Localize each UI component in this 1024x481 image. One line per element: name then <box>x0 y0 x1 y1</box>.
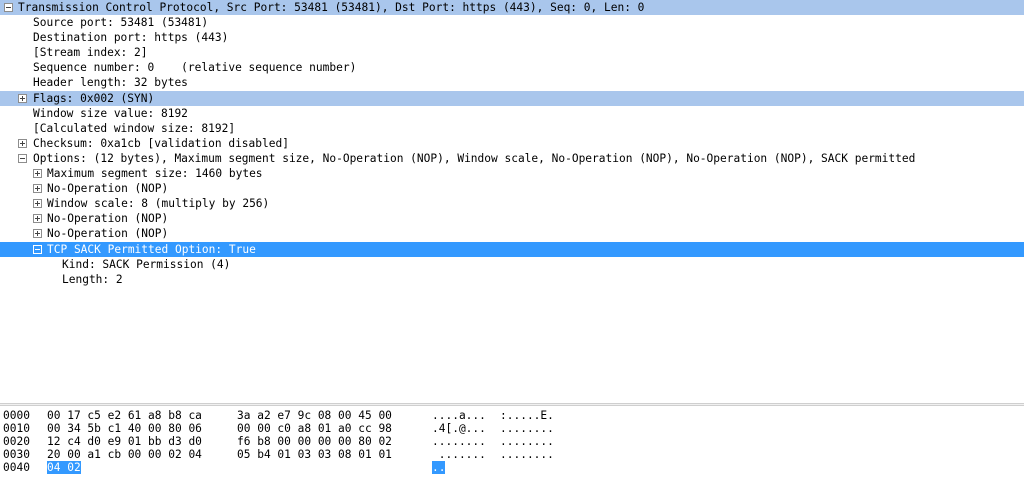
tree-row-label: Sequence number: 0 (relative sequence nu… <box>33 61 357 75</box>
tree-row[interactable]: Source port: 53481 (53481) <box>0 15 1024 30</box>
hex-ascii[interactable]: :.....E. <box>500 409 554 422</box>
tree-row[interactable]: Checksum: 0xa1cb [validation disabled] <box>0 136 1024 151</box>
hex-ascii[interactable]: .. <box>432 461 446 474</box>
hex-bytes[interactable]: 00 17 c5 e2 61 a8 b8 ca <box>47 409 202 422</box>
collapse-icon[interactable] <box>18 153 27 163</box>
hex-bytes[interactable]: 00 00 c0 a8 01 a0 cc 98 <box>237 422 392 435</box>
tree-row-label: Options: (12 bytes), Maximum segment siz… <box>33 151 916 165</box>
tree-row-label: [Calculated window size: 8192] <box>33 121 236 135</box>
tree-row[interactable]: Options: (12 bytes), Maximum segment siz… <box>0 151 1024 166</box>
hex-bytes[interactable]: 05 b4 01 03 03 08 01 01 <box>237 448 392 461</box>
hex-ascii[interactable]: ........ <box>500 448 554 461</box>
collapse-icon[interactable] <box>33 244 42 254</box>
tree-row[interactable]: Window size value: 8192 <box>0 106 1024 121</box>
tree-row[interactable]: [Stream index: 2] <box>0 45 1024 60</box>
hex-bytes[interactable]: 04 02 <box>47 461 81 474</box>
tree-row[interactable]: [Calculated window size: 8192] <box>0 121 1024 136</box>
hex-ascii[interactable]: ........ <box>500 435 554 448</box>
hex-ascii[interactable]: ........ <box>500 422 554 435</box>
hex-ascii[interactable]: ....a... <box>432 409 486 422</box>
tree-row-label: Window scale: 8 (multiply by 256) <box>47 197 270 211</box>
tree-row[interactable]: Flags: 0x002 (SYN) <box>0 90 1024 106</box>
pane-splitter[interactable] <box>0 403 1024 406</box>
tree-row-label: Header length: 32 bytes <box>33 76 188 90</box>
expand-icon[interactable] <box>33 169 42 179</box>
tree-row[interactable]: No-Operation (NOP) <box>0 211 1024 226</box>
tree-row-label: Flags: 0x002 (SYN) <box>33 91 155 105</box>
hex-bytes[interactable]: 00 34 5b c1 40 00 80 06 <box>47 422 202 435</box>
hex-ascii[interactable]: ....... <box>432 448 486 461</box>
packet-bytes-pane[interactable]: 0000 00 17 c5 e2 61 a8 b8 ca 3a a2 e7 9c 0… <box>0 407 1024 481</box>
hex-ascii[interactable]: .4[.@... <box>432 422 486 435</box>
expand-icon[interactable] <box>18 138 27 148</box>
hex-ascii[interactable]: ........ <box>432 435 486 448</box>
tree-row-label: No-Operation (NOP) <box>47 227 169 241</box>
tree-row-label: Checksum: 0xa1cb [validation disabled] <box>33 136 289 150</box>
hex-bytes[interactable]: 20 00 a1 cb 00 00 02 04 <box>47 448 202 461</box>
tree-row-label: Source port: 53481 (53481) <box>33 16 209 30</box>
tree-row[interactable]: Transmission Control Protocol, Src Port:… <box>0 0 1024 16</box>
hex-offset: 0010 <box>3 422 30 435</box>
expand-icon[interactable] <box>33 229 42 239</box>
packet-details-pane[interactable]: Transmission Control Protocol, Src Port:… <box>0 0 1024 403</box>
expand-icon[interactable] <box>33 199 42 209</box>
expand-icon[interactable] <box>33 184 42 194</box>
tree-row[interactable]: Sequence number: 0 (relative sequence nu… <box>0 60 1024 75</box>
hex-offset: 0030 <box>3 448 30 461</box>
tree-row[interactable]: Window scale: 8 (multiply by 256) <box>0 196 1024 211</box>
tree-row[interactable]: No-Operation (NOP) <box>0 226 1024 241</box>
tree-row[interactable]: TCP SACK Permitted Option: True <box>0 241 1024 257</box>
expand-icon[interactable] <box>33 214 42 224</box>
collapse-icon[interactable] <box>4 3 13 12</box>
hex-bytes[interactable]: 3a a2 e7 9c 08 00 45 00 <box>237 409 392 422</box>
tree-row[interactable]: Destination port: https (443) <box>0 30 1024 45</box>
tree-row-label: Destination port: https (443) <box>33 31 229 45</box>
hex-bytes[interactable]: 12 c4 d0 e9 01 bb d3 d0 <box>47 435 202 448</box>
hex-bytes[interactable]: f6 b8 00 00 00 00 80 02 <box>237 435 392 448</box>
tree-row-label: Length: 2 <box>62 272 123 286</box>
tree-row[interactable]: No-Operation (NOP) <box>0 181 1024 196</box>
hex-offset: 0040 <box>3 461 30 474</box>
tree-row-label: Kind: SACK Permission (4) <box>62 257 231 271</box>
tree-row-label: Maximum segment size: 1460 bytes <box>47 167 263 181</box>
hex-offset: 0000 <box>3 409 30 422</box>
tree-row-label: Window size value: 8192 <box>33 106 188 120</box>
expand-icon[interactable] <box>18 93 27 103</box>
tree-row[interactable]: Kind: SACK Permission (4) <box>0 257 1024 272</box>
hex-offset: 0020 <box>3 435 30 448</box>
tree-row-label: Transmission Control Protocol, Src Port:… <box>18 1 645 14</box>
tree-row-label: TCP SACK Permitted Option: True <box>47 242 256 256</box>
tree-row-label: No-Operation (NOP) <box>47 182 169 196</box>
tree-row-label: No-Operation (NOP) <box>47 212 169 226</box>
tree-row-label: [Stream index: 2] <box>33 46 148 60</box>
tree-row[interactable]: Maximum segment size: 1460 bytes <box>0 166 1024 181</box>
tree-row[interactable]: Header length: 32 bytes <box>0 75 1024 90</box>
tree-row[interactable]: Length: 2 <box>0 272 1024 287</box>
